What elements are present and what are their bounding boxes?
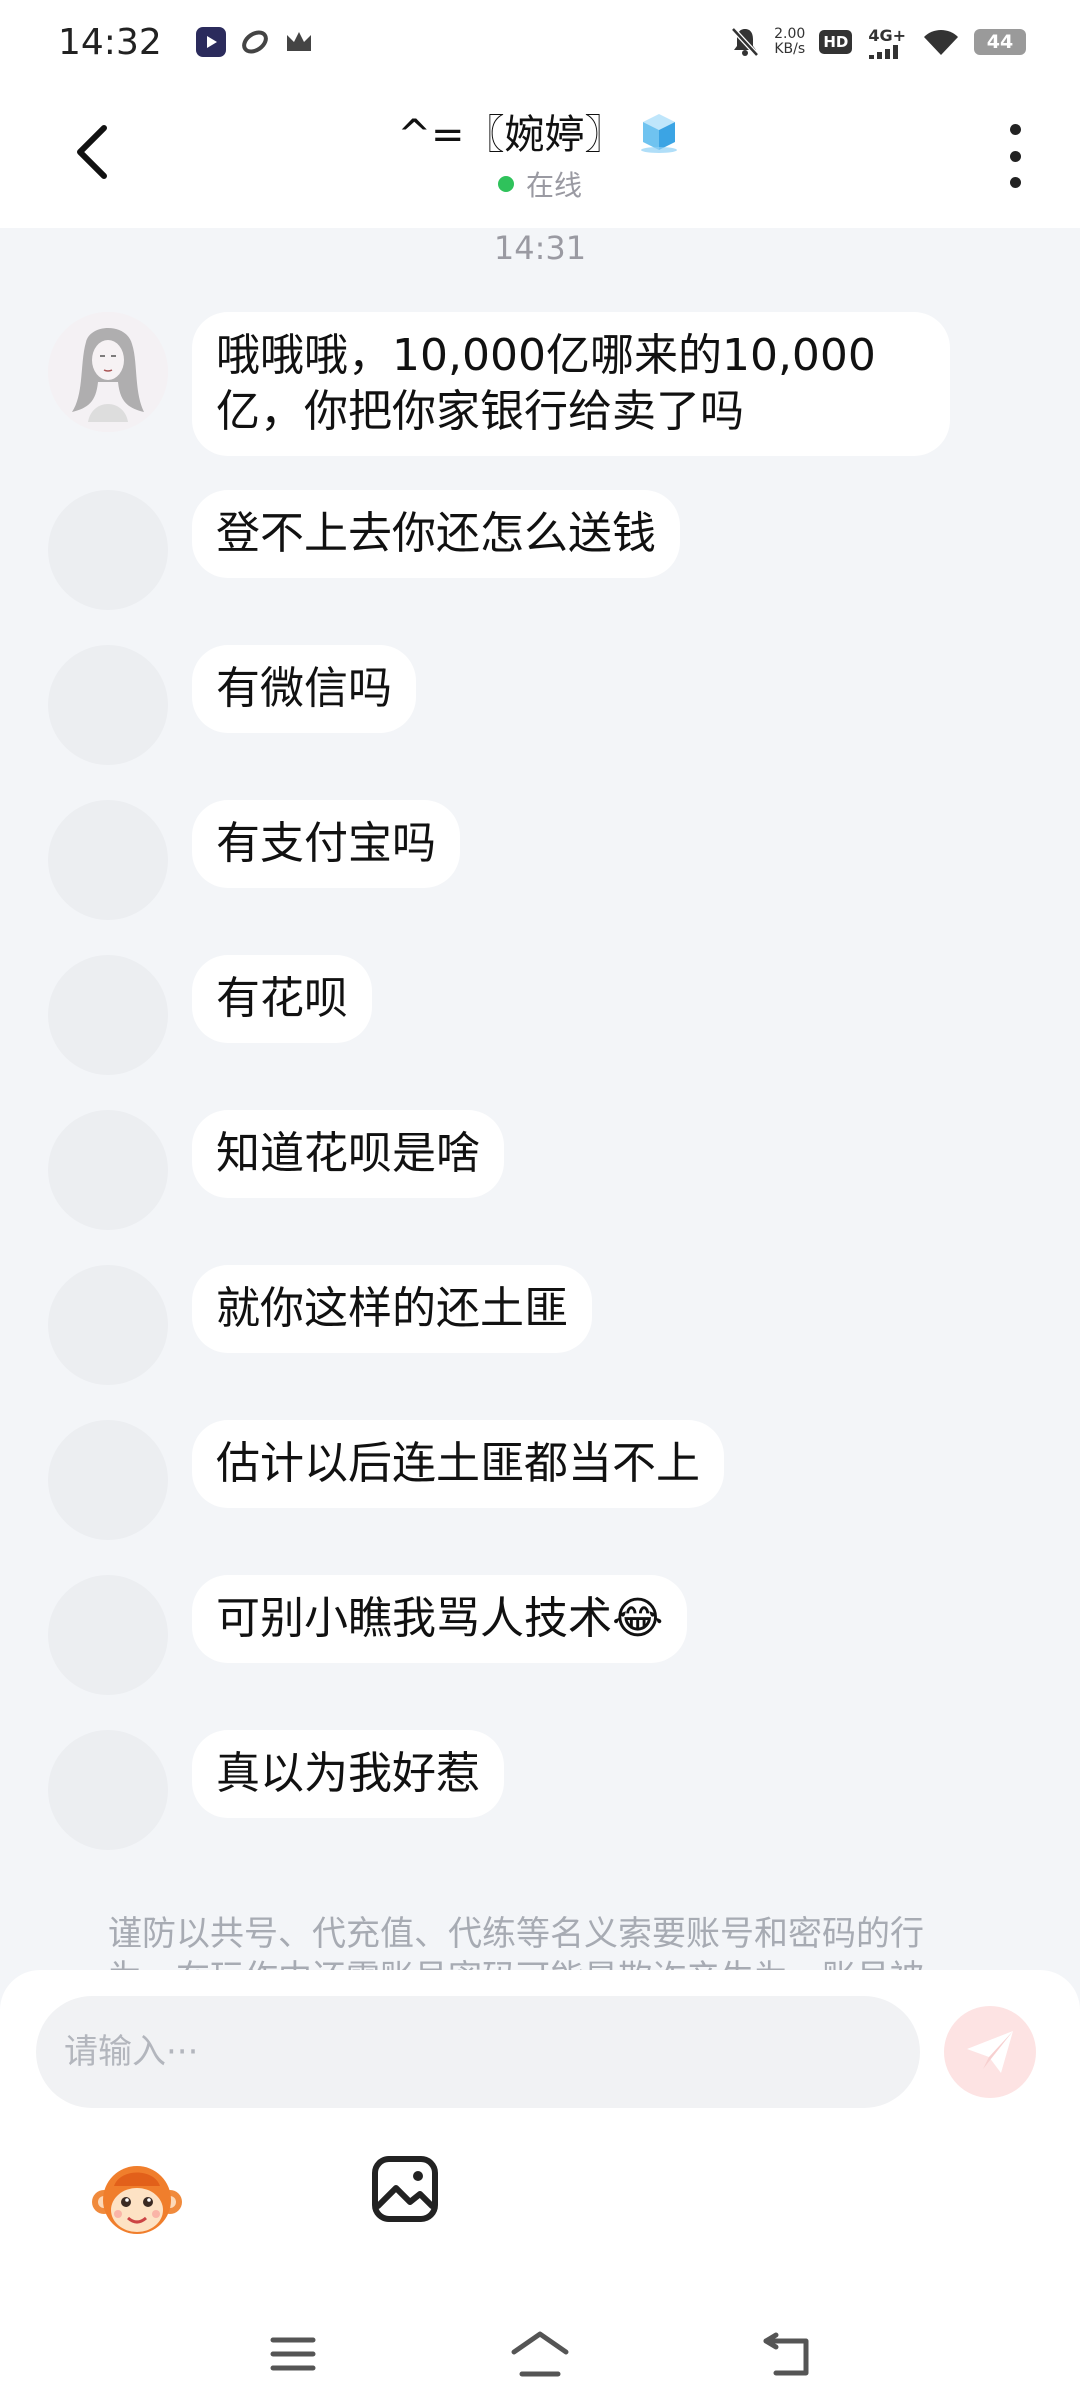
online-status: 在线: [0, 164, 1080, 204]
home-icon: [511, 2331, 569, 2377]
ice-cube-icon: [635, 108, 683, 154]
contact-avatar-placeholder[interactable]: [48, 1420, 168, 1540]
message-bubble[interactable]: 登不上去你还怎么送钱: [192, 490, 680, 578]
message-bubble[interactable]: 就你这样的还土匪: [192, 1265, 592, 1353]
message-bubble[interactable]: 可别小瞧我骂人技术😂: [192, 1575, 688, 1663]
chat-header: ^=〖婉婷〗 在线: [0, 84, 1080, 228]
menu-button[interactable]: [263, 2324, 323, 2384]
contact-avatar-placeholder[interactable]: [48, 800, 168, 920]
message-input[interactable]: [36, 1996, 920, 2108]
contact-avatar-placeholder[interactable]: [48, 490, 168, 610]
contact-avatar-placeholder[interactable]: [48, 1575, 168, 1695]
message-bubble[interactable]: 真以为我好惹: [192, 1730, 504, 1818]
back-nav-icon: [763, 2332, 809, 2376]
message-bubble[interactable]: 有微信吗: [192, 645, 416, 733]
message-row: 有花呗: [48, 955, 372, 1075]
more-dot: [1009, 150, 1021, 162]
contact-avatar-placeholder[interactable]: [48, 645, 168, 765]
signal-label: 4G+: [868, 25, 906, 45]
message-bubble[interactable]: 知道花呗是啥: [192, 1110, 504, 1198]
message-row: 哦哦哦，10,000亿哪来的10,000亿，你把你家银行给卖了吗: [48, 312, 950, 456]
wifi-icon: [922, 27, 960, 57]
status-bar: 14:32 2.00 KB/s HD 4G+ 44: [0, 0, 1080, 84]
net-speed-unit: KB/s: [774, 41, 806, 57]
message-row: 登不上去你还怎么送钱: [48, 490, 680, 610]
battery-indicator: 44: [974, 29, 1026, 55]
net-speed-value: 2.00: [774, 26, 806, 42]
back-nav-button[interactable]: [757, 2324, 817, 2384]
image-icon: [372, 2156, 438, 2222]
contact-avatar-placeholder[interactable]: [48, 1265, 168, 1385]
message-bubble[interactable]: 有支付宝吗: [192, 800, 460, 888]
crown-app-icon: [284, 27, 314, 57]
hd-badge: HD: [819, 30, 853, 54]
monkey-sticker-icon: [92, 2166, 182, 2234]
send-button[interactable]: [944, 2006, 1036, 2098]
message-row: 知道花呗是啥: [48, 1110, 504, 1230]
video-app-icon: [195, 27, 226, 57]
message-bubble[interactable]: 哦哦哦，10,000亿哪来的10,000亿，你把你家银行给卖了吗: [192, 312, 950, 456]
contact-name[interactable]: ^=〖婉婷〗: [397, 102, 682, 160]
home-button[interactable]: [510, 2324, 570, 2384]
more-dot: [1009, 124, 1021, 135]
image-button[interactable]: [370, 2154, 440, 2224]
message-row: 估计以后连土匪都当不上: [48, 1420, 724, 1540]
message-timestamp: 14:31: [493, 229, 587, 267]
message-row: 可别小瞧我骂人技术😂: [48, 1575, 688, 1695]
contact-avatar-placeholder[interactable]: [48, 1730, 168, 1850]
net-speed: 2.00 KB/s: [774, 27, 805, 57]
menu-icon: [270, 2337, 316, 2371]
online-status-text: 在线: [525, 169, 582, 202]
title-wrap: ^=〖婉婷〗 在线: [0, 102, 1080, 204]
mute-bell-icon: [730, 26, 760, 58]
message-row: 有微信吗: [48, 645, 416, 765]
message-row: 有支付宝吗: [48, 800, 460, 920]
online-dot-icon: [497, 176, 514, 192]
more-dot: [1009, 177, 1021, 188]
contact-avatar-placeholder[interactable]: [48, 955, 168, 1075]
status-time: 14:32: [58, 21, 162, 63]
status-right: 2.00 KB/s HD 4G+ 44: [714, 26, 1026, 59]
chat-area[interactable]: 14:31 哦哦哦，10,000亿哪来的10,000亿，你把你家银行给卖了吗 登…: [0, 228, 1080, 1972]
cellular-signal-icon: 4G+: [868, 26, 906, 59]
message-row: 真以为我好惹: [48, 1730, 504, 1850]
message-bubble[interactable]: 估计以后连土匪都当不上: [192, 1420, 724, 1508]
contact-name-text: ^=〖婉婷〗: [397, 112, 625, 158]
message-bubble[interactable]: 有花呗: [192, 955, 372, 1043]
link-app-icon: [240, 27, 270, 57]
sticker-button[interactable]: [90, 2150, 184, 2244]
contact-avatar[interactable]: [48, 312, 168, 432]
more-options-button[interactable]: [990, 124, 1040, 188]
system-nav-bar: [0, 2300, 1080, 2408]
contact-avatar-placeholder[interactable]: [48, 1110, 168, 1230]
message-row: 就你这样的还土匪: [48, 1265, 592, 1385]
send-icon: [967, 2031, 1013, 2073]
status-left: 14:32: [58, 22, 314, 63]
security-notice: 谨防以共号、代充值、代练等名义索要账号和密码的行为，在玩作中还需账号密码可能是欺…: [108, 1914, 924, 1972]
